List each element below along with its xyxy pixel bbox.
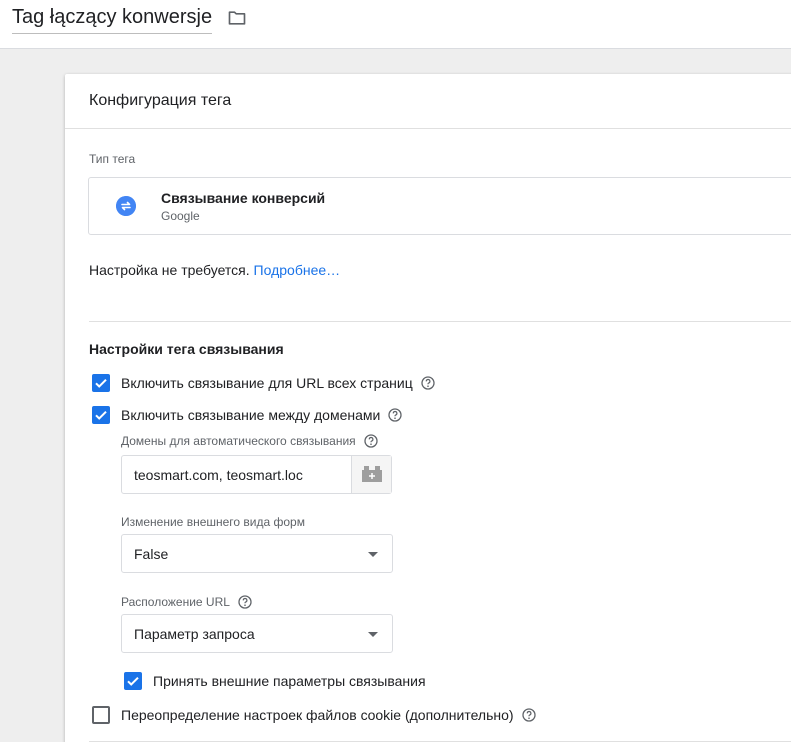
domains-field-label: Домены для автоматического связывания xyxy=(121,434,378,448)
dropdown-arrow-icon xyxy=(368,632,378,637)
help-icon[interactable] xyxy=(238,595,252,609)
tag-type-selector[interactable]: Связывание конверсий Google xyxy=(88,177,791,235)
option-autolink-all-urls: Включить связывание для URL всех страниц xyxy=(92,374,435,392)
help-icon[interactable] xyxy=(521,708,536,722)
dropdown-arrow-icon xyxy=(368,552,378,557)
tag-name-title[interactable]: Tag łączący konwersje xyxy=(12,6,213,34)
section-divider xyxy=(89,321,791,322)
checkmark-icon xyxy=(127,676,139,686)
domains-label-text: Домены для автоматического связывания xyxy=(121,434,356,448)
help-icon[interactable] xyxy=(364,434,378,448)
card-header: Конфигурация тега xyxy=(65,74,791,129)
url-position-select[interactable]: Параметр запроса xyxy=(121,614,393,653)
tag-configuration-card: Конфигурация тега Тип тега Связывание ко… xyxy=(65,74,791,742)
url-position-label-text: Расположение URL xyxy=(121,595,230,609)
domains-input-wrapper xyxy=(121,455,392,494)
option-accept-incoming: Принять внешние параметры связывания xyxy=(124,672,426,690)
form-decoration-select[interactable]: False xyxy=(121,534,393,573)
domains-input[interactable] xyxy=(122,456,351,493)
url-position-value: Параметр запроса xyxy=(134,626,255,642)
option-label: Принять внешние параметры связывания xyxy=(153,673,426,689)
option-cookie-override: Переопределение настроек файлов cookie (… xyxy=(92,706,536,724)
no-setup-info: Настройка не требуется. Подробнее… xyxy=(89,262,340,278)
tag-type-name: Связывание конверсий xyxy=(161,190,326,206)
link-swap-icon xyxy=(116,196,136,216)
option-cross-domain-linking: Включить связывание между доменами xyxy=(92,406,402,424)
url-position-label: Расположение URL xyxy=(121,595,252,609)
option-label: Переопределение настроек файлов cookie (… xyxy=(121,707,514,723)
tag-type-vendor: Google xyxy=(161,209,200,223)
no-setup-text: Настройка не требуется. xyxy=(89,262,250,278)
variable-picker-button[interactable] xyxy=(351,456,391,493)
help-icon[interactable] xyxy=(421,376,435,390)
form-decoration-label-text: Изменение внешнего вида форм xyxy=(121,515,305,529)
checkbox-cross-domain-linking[interactable] xyxy=(92,406,110,424)
tag-type-label: Тип тега xyxy=(89,152,136,166)
option-label: Включить связывание между доменами xyxy=(121,407,381,423)
checkbox-cookie-override[interactable] xyxy=(92,706,110,724)
form-decoration-label: Изменение внешнего вида форм xyxy=(121,515,305,529)
variable-brick-icon xyxy=(362,466,382,482)
learn-more-link[interactable]: Подробнее… xyxy=(254,262,341,278)
card-title: Конфигурация тега xyxy=(89,92,232,109)
linker-section-title: Настройки тега связывания xyxy=(89,341,284,357)
checkmark-icon xyxy=(95,378,107,388)
top-bar: Tag łączący konwersje xyxy=(0,0,791,49)
form-decoration-value: False xyxy=(134,546,169,562)
checkbox-accept-incoming[interactable] xyxy=(124,672,142,690)
checkmark-icon xyxy=(95,410,107,420)
help-icon[interactable] xyxy=(388,408,402,422)
option-label: Включить связывание для URL всех страниц xyxy=(121,375,413,391)
folder-icon[interactable] xyxy=(226,8,248,28)
checkbox-autolink-all-urls[interactable] xyxy=(92,374,110,392)
